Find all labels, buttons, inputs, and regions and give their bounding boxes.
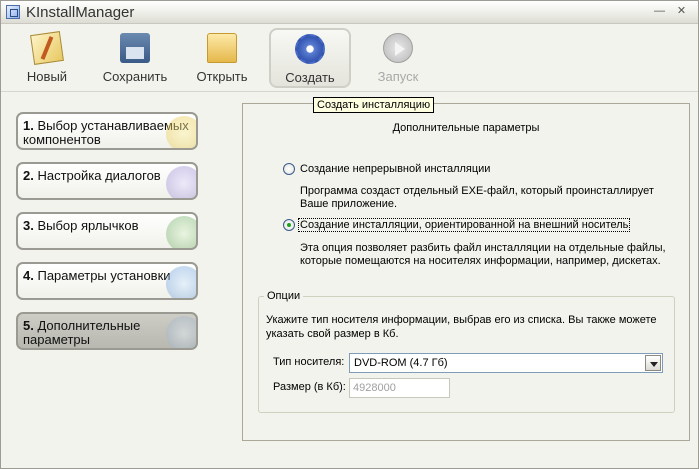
create-button[interactable]: Создать bbox=[269, 28, 351, 88]
toolbar: Новый Сохранить Открыть Создать Запуск bbox=[1, 24, 698, 91]
step-label: Параметры установки bbox=[37, 268, 171, 283]
media-type-label: Тип носителя: bbox=[273, 356, 345, 368]
advanced-icon bbox=[166, 316, 196, 348]
advanced-settings-panel: Дополнительные параметры Создание непрер… bbox=[242, 103, 690, 441]
save-button-label: Сохранить bbox=[102, 69, 168, 84]
size-input[interactable]: 4928000 bbox=[349, 378, 450, 398]
window-title: KInstallManager bbox=[26, 4, 135, 21]
media-type-select[interactable]: DVD-ROM (4.7 Гб) bbox=[349, 353, 663, 373]
create-button-label: Создать bbox=[285, 70, 335, 85]
step-4-button[interactable]: 4. Параметры установки bbox=[16, 262, 198, 300]
close-icon[interactable]: ✕ bbox=[675, 5, 688, 18]
play-icon bbox=[383, 33, 413, 63]
step-label: Дополнительные параметры bbox=[23, 318, 141, 347]
step-number: 4. bbox=[23, 268, 34, 283]
open-button-label: Открыть bbox=[196, 69, 248, 84]
options-group: Опции Укажите тип носителя информации, в… bbox=[258, 290, 675, 413]
gear-icon bbox=[295, 34, 325, 64]
save-button[interactable]: Сохранить bbox=[97, 29, 173, 89]
open-button[interactable]: Открыть bbox=[191, 29, 253, 89]
new-button-label: Новый bbox=[26, 69, 68, 84]
create-tooltip: Создать инсталляцию bbox=[313, 97, 435, 113]
continuous-install-label[interactable]: Создание непрерывной инсталляции bbox=[300, 163, 490, 175]
minimize-icon[interactable]: — bbox=[653, 5, 666, 18]
options-group-legend: Опции bbox=[264, 290, 304, 302]
new-document-icon bbox=[30, 31, 64, 65]
title-bar[interactable]: KInstallManager — ✕ bbox=[1, 1, 698, 24]
save-icon bbox=[120, 33, 150, 63]
options-group-text: Укажите тип носителя информации, выбрав … bbox=[266, 314, 657, 340]
step-label: Настройка диалогов bbox=[37, 168, 161, 183]
step-5-button[interactable]: 5. Дополнительные параметры bbox=[16, 312, 198, 350]
continuous-install-description: Программа создаст отдельный EXE-файл, ко… bbox=[300, 185, 654, 210]
size-label: Размер (в Кб): bbox=[273, 381, 346, 393]
step-3-button[interactable]: 3. Выбор ярлычков bbox=[16, 212, 198, 250]
step-label: Выбор ярлычков bbox=[37, 218, 139, 233]
run-button[interactable]: Запуск bbox=[371, 29, 425, 89]
external-media-radio[interactable] bbox=[283, 219, 295, 231]
step-number: 3. bbox=[23, 218, 34, 233]
step-number: 5. bbox=[23, 318, 34, 333]
toolbar-separator bbox=[1, 91, 698, 92]
components-icon bbox=[166, 116, 196, 148]
step-label: Выбор устанавливаемых компонентов bbox=[23, 118, 189, 147]
shortcuts-icon bbox=[166, 216, 196, 248]
settings-icon bbox=[166, 266, 196, 298]
external-media-label[interactable]: Создание инсталляции, ориентированной на… bbox=[298, 218, 631, 232]
dialogs-icon bbox=[166, 166, 196, 198]
app-window: KInstallManager — ✕ Новый Сохранить Откр… bbox=[0, 0, 699, 469]
chevron-down-icon[interactable] bbox=[645, 355, 661, 371]
step-2-button[interactable]: 2. Настройка диалогов bbox=[16, 162, 198, 200]
media-type-value: DVD-ROM (4.7 Гб) bbox=[354, 357, 448, 369]
size-value: 4928000 bbox=[353, 382, 396, 394]
folder-icon bbox=[207, 33, 237, 63]
step-1-button[interactable]: 1. Выбор устанавливаемых компонентов bbox=[16, 112, 198, 150]
run-button-label: Запуск bbox=[377, 69, 419, 84]
external-media-description: Эта опция позволяет разбить файл инсталл… bbox=[300, 242, 666, 267]
step-number: 2. bbox=[23, 168, 34, 183]
continuous-install-radio[interactable] bbox=[283, 163, 295, 175]
panel-title: Дополнительные параметры bbox=[392, 122, 540, 134]
step-number: 1. bbox=[23, 118, 34, 133]
new-button[interactable]: Новый bbox=[19, 29, 75, 89]
app-icon bbox=[6, 5, 20, 19]
